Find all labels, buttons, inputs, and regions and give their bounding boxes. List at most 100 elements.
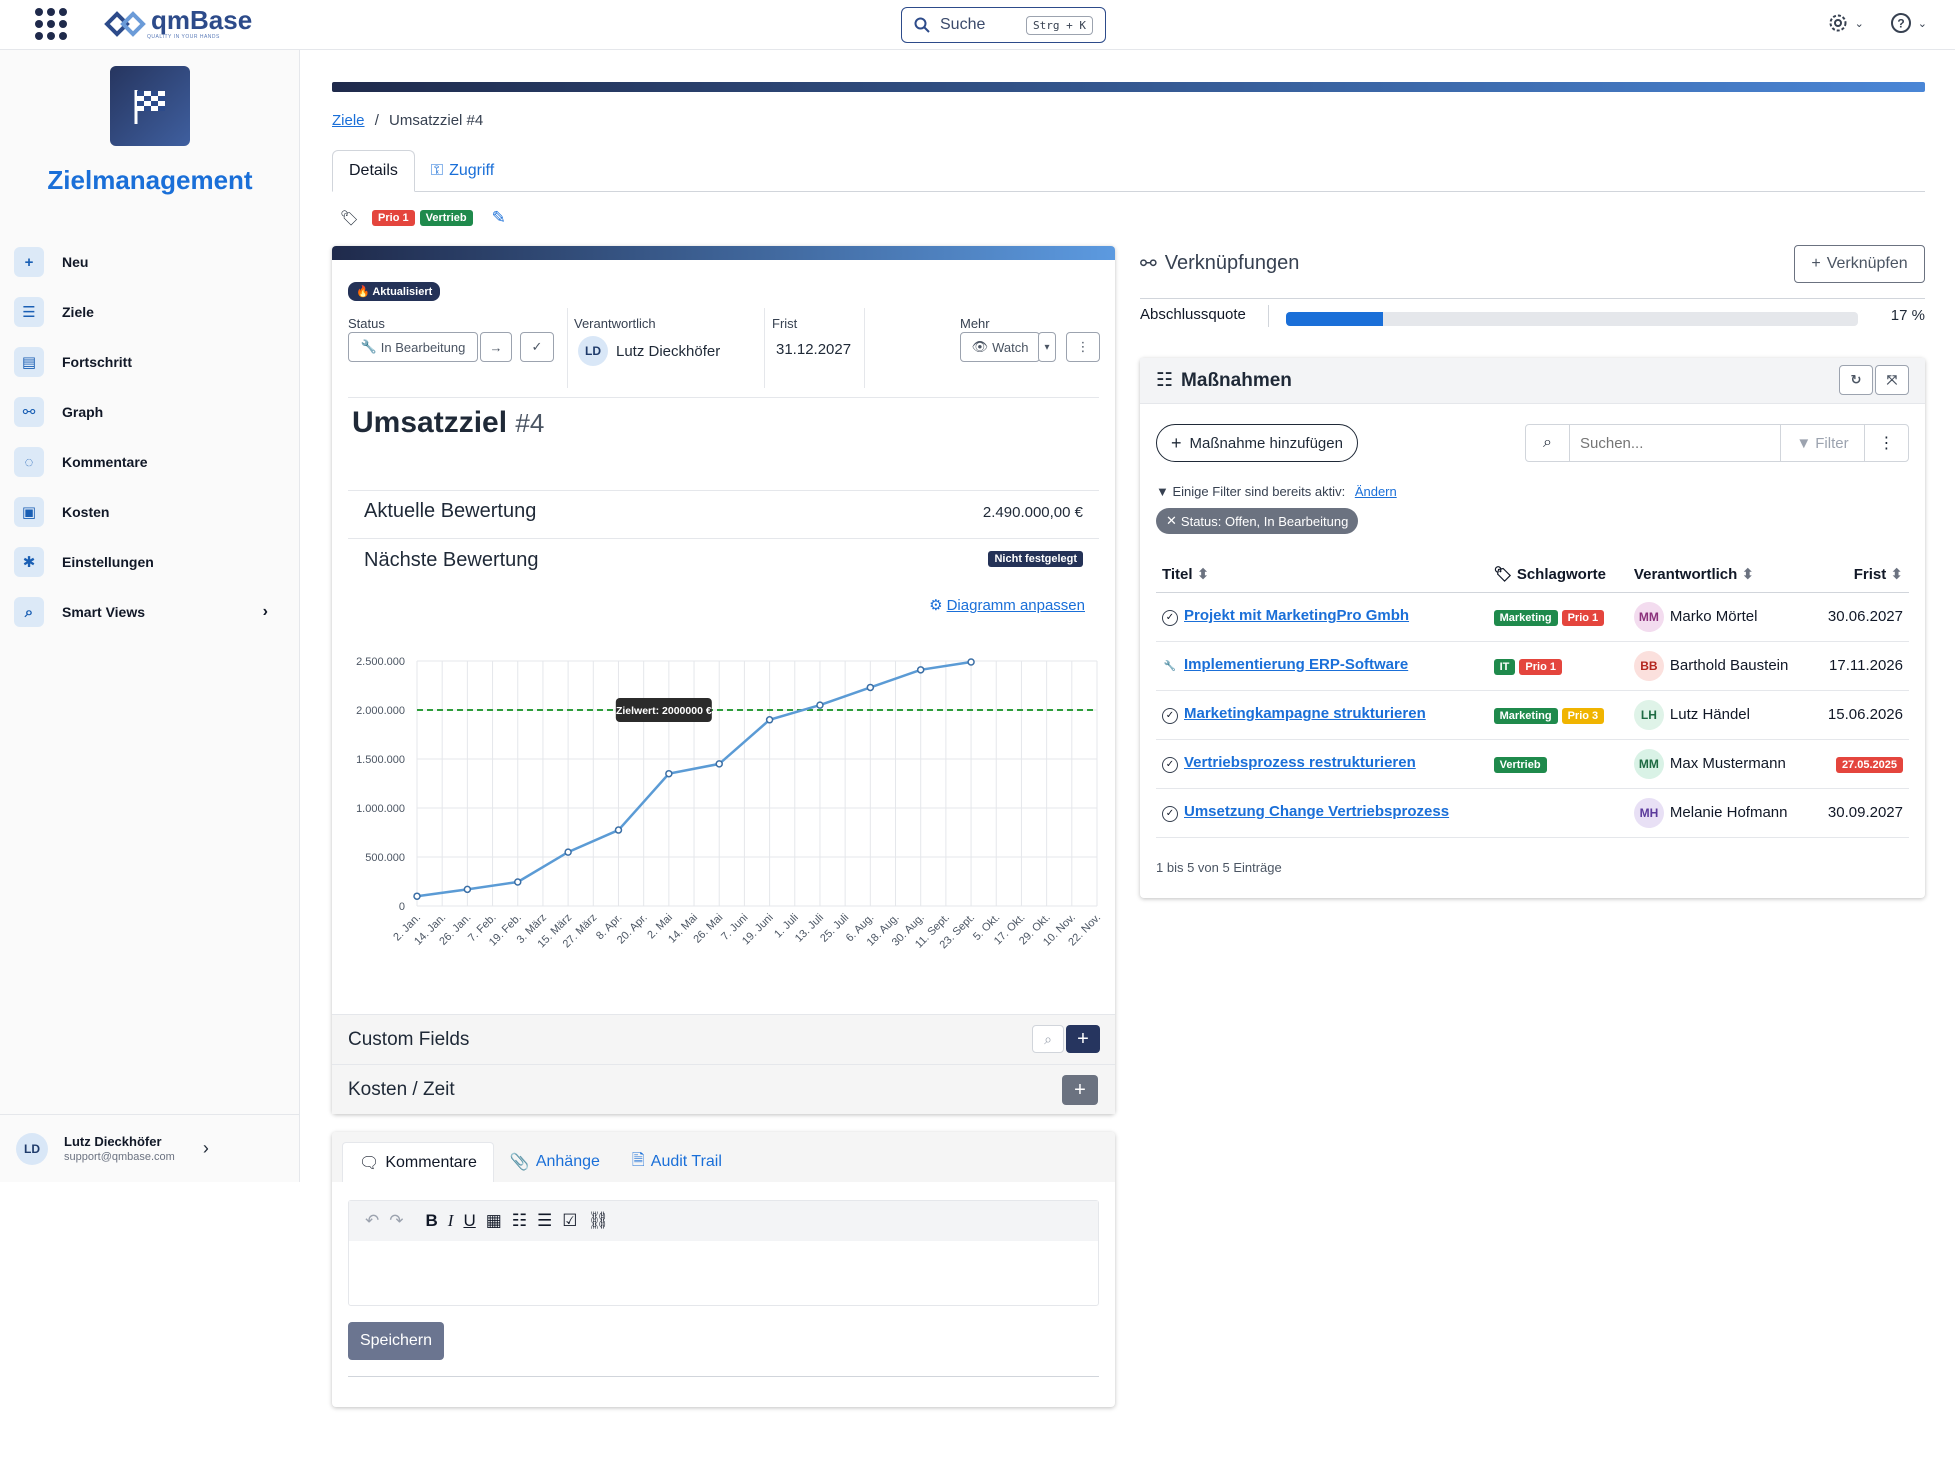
bullet-list-icon[interactable]: ☷ <box>512 1211 527 1231</box>
sidebar-item-label: Ziele <box>62 304 94 320</box>
current-rating-value: 2.490.000,00 € <box>982 504 1083 521</box>
sidebar-item-graph[interactable]: ⚯ Graph <box>14 387 284 437</box>
graph-icon: ⚯ <box>14 397 44 427</box>
status-complete-button[interactable]: ✓ <box>520 332 554 362</box>
sidebar-item-neu[interactable]: + Neu <box>14 237 284 287</box>
qmbase-logo[interactable]: qmBase QUALITY IN YOUR HANDS <box>103 7 252 41</box>
sidebar-item-fortschritt[interactable]: ▤ Fortschritt <box>14 337 284 387</box>
sidebar-item-einstellungen[interactable]: ✱ Einstellungen <box>14 537 284 587</box>
column-label: Frist <box>1853 565 1887 583</box>
status-dropdown[interactable]: 🔧 In Bearbeitung <box>348 332 478 362</box>
sidebar-item-ziele[interactable]: ☰ Ziele <box>14 287 284 337</box>
custom-fields-section[interactable]: Custom Fields ⌕ + <box>332 1014 1115 1064</box>
active-filter-chip[interactable]: ✕ Status: Offen, In Bearbeitung <box>1156 508 1359 534</box>
deadline-value: 30.09.2027 <box>1827 804 1903 821</box>
comments-card: 🗨 Kommentare 📎 Anhänge 🗎 Audit Trail ↶ ↷ B … <box>332 1132 1115 1407</box>
close-icon[interactable]: ✕ <box>1166 513 1177 529</box>
table-row[interactable]: ✓ Vertriebsprozess restrukturieren Vertrie… <box>1156 739 1909 789</box>
search-icon: ⌕ <box>1526 425 1570 461</box>
tab-anhaenge[interactable]: 📎 Anhänge <box>494 1142 616 1182</box>
money-icon: ▣ <box>14 497 44 527</box>
status-next-button[interactable]: → <box>480 332 512 362</box>
y-tick-label: 2.500.000 <box>356 656 405 668</box>
expand-button[interactable]: ⤧ <box>1875 365 1909 395</box>
sidebar-item-kommentare[interactable]: ◌ Kommentare <box>14 437 284 487</box>
tab-audit-trail[interactable]: 🗎 Audit Trail <box>616 1142 738 1182</box>
link-icon[interactable]: ⛓ <box>588 1211 610 1231</box>
filter-button[interactable]: ▼ Filter <box>1780 425 1864 461</box>
add-custom-field-button[interactable]: + <box>1066 1025 1100 1053</box>
sidebar-item-label: Graph <box>62 404 104 420</box>
table-row[interactable]: ✓ Umsetzung Change Vertriebsprozess MH Mela… <box>1156 788 1909 838</box>
refresh-button[interactable]: ↻ <box>1839 365 1873 395</box>
comment-editor[interactable]: ↶ ↷ B I U ▦ ☷ ☰ ☑ ⛓ <box>348 1200 1099 1306</box>
plus-icon: + <box>1074 1078 1086 1101</box>
sidebar-item-smart-views[interactable]: ⌕ Smart Views › <box>14 587 284 637</box>
table-row[interactable]: ✓ Projekt mit MarketingPro Gmbh Marketing P… <box>1156 592 1909 642</box>
edit-pencil-icon[interactable]: ✎ <box>492 208 506 228</box>
settings-menu[interactable]: ⌄ <box>1827 12 1864 34</box>
save-comment-button[interactable]: Speichern <box>348 1322 444 1360</box>
search-shortcut: Strg + K <box>1026 15 1093 35</box>
responsible-person[interactable]: LD Lutz Dieckhöfer <box>578 336 720 366</box>
completion-progress-fill <box>1286 312 1384 326</box>
tag-badge: Prio 3 <box>1561 707 1605 724</box>
refresh-icon: ↻ <box>1850 372 1862 387</box>
help-menu[interactable]: ? ⌄ <box>1890 12 1927 34</box>
measure-title-link[interactable]: Vertriebsprozess restrukturieren <box>1184 754 1416 771</box>
italic-icon[interactable]: I <box>448 1211 454 1231</box>
customize-chart-link[interactable]: ⚙ Diagramm anpassen <box>929 596 1085 614</box>
column-header-responsible[interactable]: Verantwortlich ⬍ <box>1627 556 1813 593</box>
comments-tab-bar: 🗨 Kommentare 📎 Anhänge 🗎 Audit Trail <box>332 1132 1115 1182</box>
table-row[interactable]: 🔧 Implementierung ERP-Software IT Prio 1 BB B… <box>1156 641 1909 691</box>
measure-title-link[interactable]: Marketingkampagne strukturieren <box>1184 705 1426 722</box>
redo-icon[interactable]: ↷ <box>389 1211 403 1231</box>
breadcrumb-current: Umsatzziel #4 <box>389 112 484 129</box>
breadcrumb-separator: / <box>374 112 379 129</box>
sidebar-item-label: Neu <box>62 254 89 270</box>
column-header-deadline[interactable]: Frist ⬍ <box>1812 556 1909 593</box>
tags-icon: 🏷 <box>1493 565 1513 583</box>
tab-kommentare[interactable]: 🗨 Kommentare <box>342 1142 494 1182</box>
comments-icon: ◌ <box>14 447 44 477</box>
y-tick-label: 1.500.000 <box>356 754 405 766</box>
watch-dropdown[interactable]: ▾ <box>1038 332 1056 362</box>
underline-icon[interactable]: U <box>463 1211 475 1231</box>
measure-title-link[interactable]: Projekt mit MarketingPro Gmbh <box>1184 607 1409 624</box>
numbered-list-icon[interactable]: ☰ <box>537 1211 552 1231</box>
measures-search-input[interactable] <box>1570 425 1780 461</box>
key-icon: ⚿ <box>430 162 444 179</box>
watch-button[interactable]: 👁 Watch <box>960 332 1040 362</box>
global-search[interactable]: Suche Strg + K <box>901 7 1106 43</box>
checklist-icon[interactable]: ☑ <box>562 1211 577 1231</box>
tag-badge: Prio 1 <box>372 210 415 226</box>
kebab-menu-icon[interactable]: ⋮ <box>1864 425 1908 461</box>
plus-icon: + <box>1811 255 1821 272</box>
table-icon[interactable]: ▦ <box>486 1211 502 1231</box>
tab-zugriff[interactable]: ⚿ Zugriff <box>415 150 510 192</box>
table-row[interactable]: ✓ Marketingkampagne strukturieren Marketin… <box>1156 690 1909 740</box>
measure-title-link[interactable]: Umsetzung Change Vertriebsprozess <box>1184 803 1449 820</box>
sidebar-item-kosten[interactable]: ▣ Kosten <box>14 487 284 537</box>
plus-icon: + <box>1171 432 1182 453</box>
tag-row: 🏷 Prio 1 Vertrieb ✎ <box>340 208 506 228</box>
more-options-button[interactable]: ⋮ <box>1066 332 1100 362</box>
user-menu[interactable]: LD Lutz Dieckhöfer support@qmbase.com › <box>0 1114 300 1182</box>
updated-badge: 🔥 Aktualisiert <box>348 282 441 301</box>
divider <box>348 397 1099 398</box>
undo-icon[interactable]: ↶ <box>365 1211 379 1231</box>
change-filter-link[interactable]: Ändern <box>1355 484 1397 499</box>
costs-time-section[interactable]: Kosten / Zeit + <box>332 1064 1115 1114</box>
app-grid-icon[interactable] <box>35 8 67 40</box>
add-measure-button[interactable]: + Maßnahme hinzufügen <box>1156 424 1358 462</box>
bold-icon[interactable]: B <box>426 1211 438 1231</box>
add-cost-button[interactable]: + <box>1062 1075 1098 1105</box>
gear-icon: ✱ <box>14 547 44 577</box>
custom-fields-search-button[interactable]: ⌕ <box>1032 1025 1064 1053</box>
column-header-title[interactable]: Titel ⬍ <box>1156 556 1488 593</box>
tab-details[interactable]: Details <box>332 150 415 192</box>
plus-icon: + <box>14 247 44 277</box>
link-button[interactable]: + Verknüpfen <box>1794 245 1925 283</box>
breadcrumb-link-ziele[interactable]: Ziele <box>332 112 365 129</box>
measure-title-link[interactable]: Implementierung ERP-Software <box>1184 656 1408 673</box>
